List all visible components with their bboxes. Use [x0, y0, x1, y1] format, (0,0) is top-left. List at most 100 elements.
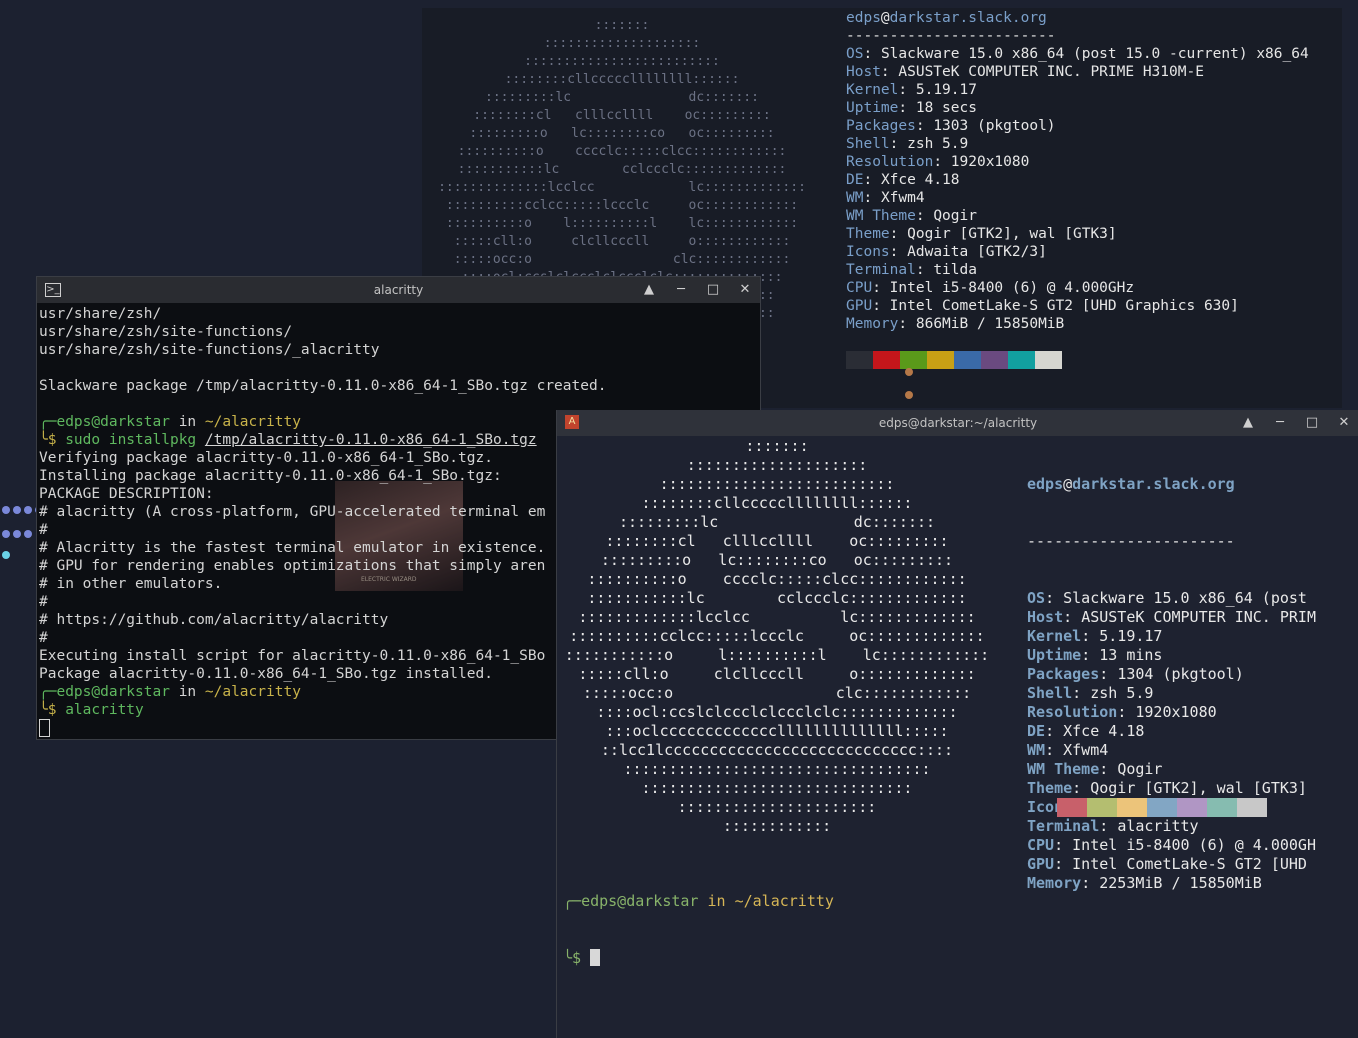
color-swatch	[1237, 798, 1267, 817]
info-key: Resolution	[1027, 703, 1118, 721]
info-row-resolution: Resolution: 1920x1080	[846, 154, 1030, 170]
terminal-output[interactable]: usr/share/zsh/ usr/share/zsh/site-functi…	[39, 305, 606, 737]
prompt-line: ╭─edps@darkstar in ~/alacritty	[39, 684, 301, 700]
info-key: Icons	[846, 244, 890, 260]
info-row-memory: Memory: 866MiB / 15850MiB	[846, 316, 1065, 332]
color-swatch	[981, 351, 1008, 369]
info-value: Intel i5-8400 (6) @ 4.000GH	[1072, 836, 1316, 854]
info-row-wm: WM: Xfwm4	[846, 190, 925, 206]
color-swatch	[1035, 351, 1062, 369]
output-line: # in other emulators.	[39, 576, 223, 592]
minimize-button[interactable]: ─	[1271, 410, 1289, 436]
color-swatch	[1008, 351, 1035, 369]
window-title: edps@darkstar:~/alacritty	[878, 416, 1038, 430]
output-line: usr/share/zsh/site-functions/_alacritty	[39, 342, 380, 358]
separator: -----------------------	[1027, 532, 1235, 550]
user-host: edps@darkstar.slack.org	[1027, 475, 1235, 493]
info-value: ASUSTeK COMPUTER INC. PRIME H310M-E	[898, 64, 1204, 80]
shade-button[interactable]: ▲	[1239, 410, 1257, 436]
output-line: #	[39, 522, 48, 538]
color-swatch	[954, 351, 981, 369]
info-row-shell: Shell: zsh 5.9	[846, 136, 969, 152]
info-row-packages: Packages: 1303 (pkgtool)	[846, 118, 1056, 134]
info-row-uptime: Uptime: 18 secs	[846, 100, 977, 116]
info-key: DE	[846, 172, 864, 188]
info-value: Qogir	[1117, 760, 1163, 778]
info-row-icons: Icons: Adwaita [GTK2/3]	[846, 244, 1047, 260]
color-swatch	[1117, 798, 1147, 817]
info-key: WM Theme	[1027, 760, 1100, 778]
alacritty-fetch-window[interactable]: A edps@darkstar:~/alacritty ▲ ─ □ ✕ ::::…	[556, 410, 1358, 1038]
info-row-theme: Theme: Qogir [GTK2], wal [GTK3]	[1027, 779, 1307, 797]
info-key: Terminal	[846, 262, 916, 278]
info-row-wm-theme: WM Theme: Qogir	[1027, 760, 1163, 778]
info-value: Intel CometLake-S GT2 [UHD	[1072, 855, 1307, 873]
info-value: 1920x1080	[950, 154, 1030, 170]
info-value: Xfce 4.18	[1063, 722, 1145, 740]
info-value: 13 mins	[1099, 646, 1163, 664]
info-key: Terminal	[1027, 817, 1100, 835]
info-value: 18 secs	[915, 100, 977, 116]
info-key: Theme	[846, 226, 890, 242]
output-line: Executing install script for alacritty-0…	[39, 648, 546, 664]
separator: ------------------------	[846, 28, 1056, 44]
info-value: Xfce 4.18	[880, 172, 960, 188]
color-swatch	[1177, 798, 1207, 817]
close-button[interactable]: ✕	[736, 277, 754, 303]
output-line: # Alacritty is the fastest terminal emul…	[39, 540, 546, 556]
maximize-button[interactable]: □	[704, 277, 722, 303]
cursor-line[interactable]	[39, 719, 606, 737]
info-row-packages: Packages: 1304 (pkgtool)	[1027, 665, 1244, 683]
info-row-cpu: CPU: Intel i5-8400 (6) @ 4.000GH	[1027, 836, 1316, 854]
info-value: 5.19.17	[915, 82, 977, 98]
slackware-ascii-logo: ::::::: :::::::::::::::::::: :::::::::::…	[564, 437, 990, 835]
text-cursor	[590, 949, 601, 966]
info-row-theme: Theme: Qogir [GTK2], wal [GTK3]	[846, 226, 1117, 242]
titlebar[interactable]: >_ alacritty ▲ ─ □ ✕	[37, 277, 760, 303]
titlebar[interactable]: A edps@darkstar:~/alacritty ▲ ─ □ ✕	[557, 410, 1358, 436]
dot	[905, 391, 913, 399]
info-key: GPU	[846, 298, 873, 314]
output-line: # alacritty (A cross-platform, GPU-accel…	[39, 504, 546, 520]
output-line: Verifying package alacritty-0.11.0-x86_6…	[39, 450, 493, 466]
shade-button[interactable]: ▲	[640, 277, 658, 303]
dot	[905, 368, 913, 376]
minimize-button[interactable]: ─	[672, 277, 690, 303]
info-row-memory: Memory: 2253MiB / 15850MiB	[1027, 874, 1262, 892]
input-line[interactable]: ╰$	[563, 949, 834, 968]
user-host: edps@darkstar.slack.org	[846, 10, 1047, 26]
info-row-gpu: GPU: Intel CometLake-S GT2 [UHD Graphics…	[846, 298, 1239, 314]
info-value: Qogir	[933, 208, 977, 224]
maximize-button[interactable]: □	[1303, 410, 1321, 436]
terminal-prompt[interactable]: ╭─edps@darkstar in ~/alacritty ╰$	[563, 854, 834, 1006]
output-line: Installing package alacritty-0.11.0-x86_…	[39, 468, 502, 484]
close-button[interactable]: ✕	[1335, 410, 1353, 436]
info-key: WM	[1027, 741, 1046, 759]
info-key: OS	[1027, 589, 1046, 607]
info-row-cpu: CPU: Intel i5-8400 (6) @ 4.000GHz	[846, 280, 1135, 296]
system-info: edps@darkstar.slack.org ----------------…	[846, 9, 1309, 333]
color-palette	[846, 351, 1062, 369]
info-key: Uptime	[846, 100, 899, 116]
info-key: WM	[846, 190, 864, 206]
output-line: #	[39, 594, 48, 610]
info-key: Shell	[846, 136, 890, 152]
info-key: Uptime	[1027, 646, 1082, 664]
color-swatch	[846, 351, 873, 369]
info-key: Memory	[846, 316, 899, 332]
color-swatch	[1207, 798, 1237, 817]
info-key: CPU	[846, 280, 873, 296]
info-value: Intel i5-8400 (6) @ 4.000GHz	[889, 280, 1135, 296]
info-row-uptime: Uptime: 13 mins	[1027, 646, 1163, 664]
info-key: Packages	[1027, 665, 1100, 683]
info-value: tilda	[933, 262, 977, 278]
info-value: zsh 5.9	[1090, 684, 1154, 702]
color-swatch	[1057, 798, 1087, 817]
prompt-line: ╭─edps@darkstar in ~/alacritty	[563, 892, 834, 910]
output-line: Package alacritty-0.11.0-x86_64-1_SBo.tg…	[39, 666, 493, 682]
info-row-os: OS: Slackware 15.0 x86_64 (post	[1027, 589, 1307, 607]
info-value: 1304 (pkgtool)	[1117, 665, 1244, 683]
color-palette	[1057, 798, 1267, 817]
